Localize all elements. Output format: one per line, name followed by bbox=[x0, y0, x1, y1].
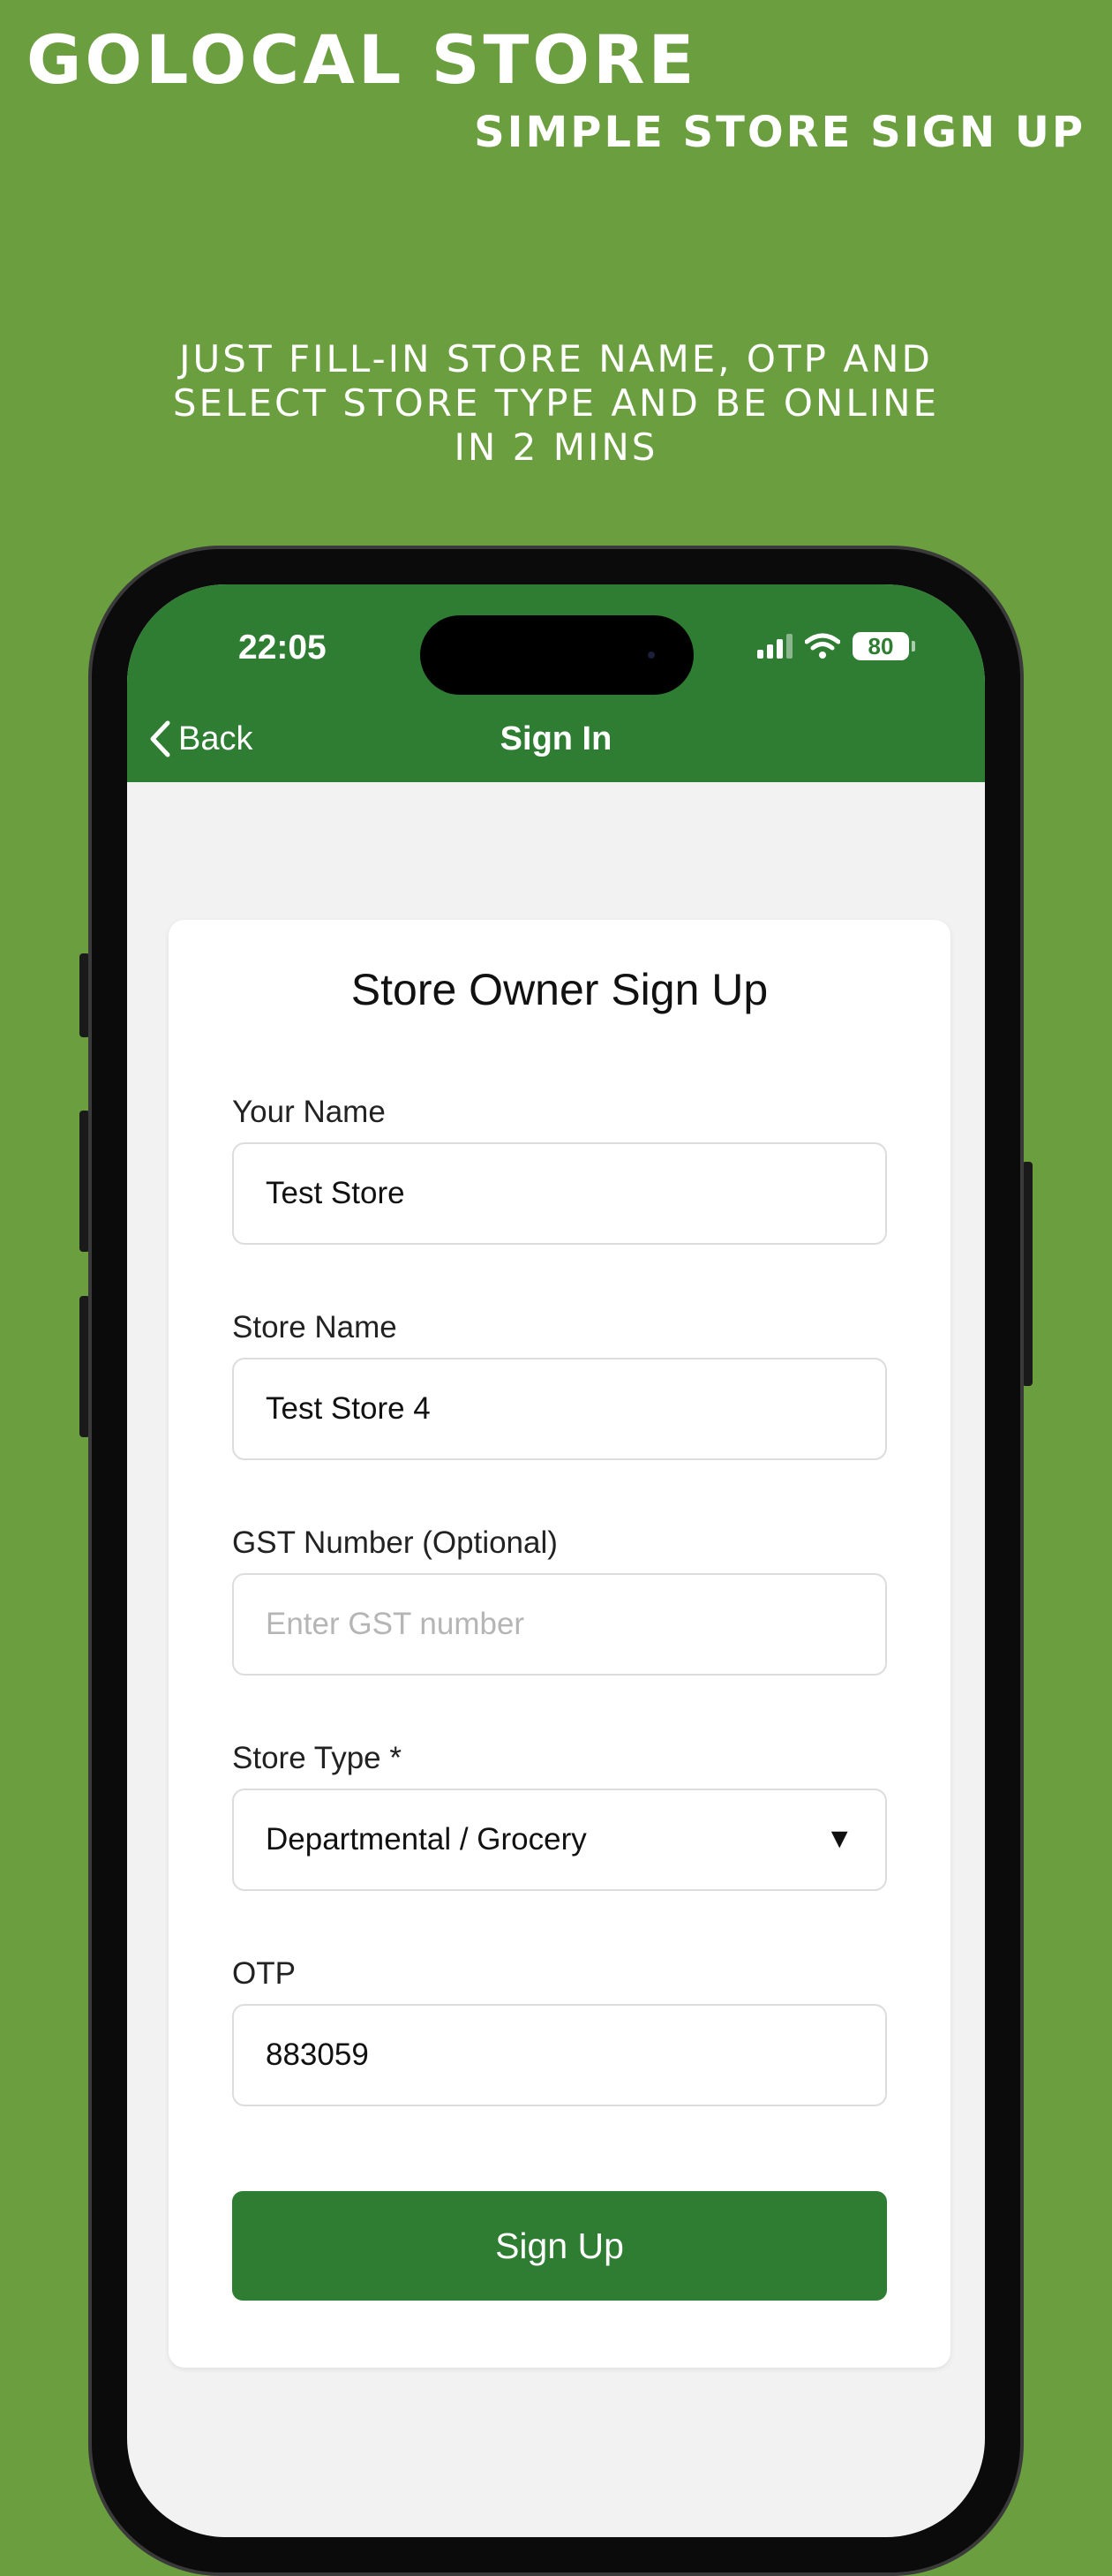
status-icons: 80 bbox=[757, 627, 915, 666]
tagline: SIMPLE STORE SIGN UP bbox=[474, 108, 1086, 157]
store-name-input[interactable]: Test Store 4 bbox=[232, 1358, 887, 1460]
your-name-input[interactable]: Test Store bbox=[232, 1142, 887, 1245]
sign-up-button[interactable]: Sign Up bbox=[232, 2191, 887, 2301]
gst-number-input[interactable]: Enter GST number bbox=[232, 1573, 887, 1676]
phone-screen: 22:05 80 Back Sign In Store Owner Sign U… bbox=[127, 584, 985, 2537]
signup-card: Store Owner Sign Up Your Name Test Store… bbox=[169, 920, 950, 2368]
store-type-select[interactable]: Departmental / Grocery ▼ bbox=[232, 1789, 887, 1891]
nav-title: Sign In bbox=[500, 720, 612, 757]
your-name-label: Your Name bbox=[232, 1095, 386, 1129]
store-type-value: Departmental / Grocery bbox=[266, 1822, 587, 1857]
dynamic-island bbox=[420, 615, 694, 695]
brand-title: GOLOCAL STORE bbox=[26, 20, 698, 99]
form-title: Store Owner Sign Up bbox=[350, 965, 769, 1014]
phone-frame: 22:05 80 Back Sign In Store Owner Sign U… bbox=[88, 546, 1024, 2576]
cellular-signal-icon bbox=[757, 634, 793, 659]
dropdown-arrow-icon: ▼ bbox=[825, 1822, 853, 1854]
store-type-label: Store Type * bbox=[232, 1741, 402, 1775]
status-time: 22:05 bbox=[238, 629, 327, 667]
promo-text: JUST FILL-IN STORE NAME, OTP AND SELECT … bbox=[172, 337, 940, 469]
gst-number-label: GST Number (Optional) bbox=[232, 1525, 558, 1560]
app-header: 22:05 80 Back Sign In bbox=[127, 584, 985, 782]
otp-label: OTP bbox=[232, 1956, 296, 1991]
camera-dot bbox=[648, 652, 655, 659]
battery-icon: 80 bbox=[853, 632, 915, 660]
store-name-label: Store Name bbox=[232, 1310, 397, 1344]
wifi-icon bbox=[805, 633, 840, 659]
otp-input[interactable]: 883059 bbox=[232, 2004, 887, 2106]
